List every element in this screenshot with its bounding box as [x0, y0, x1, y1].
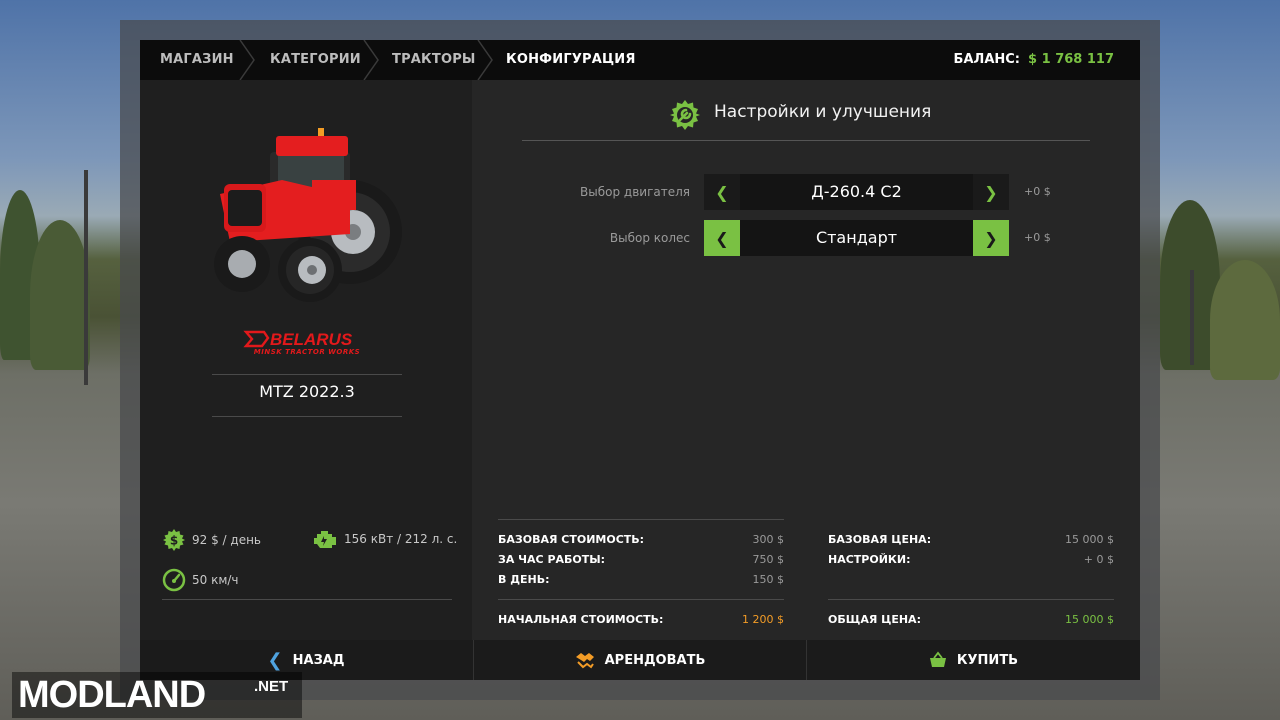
engine-prev-button[interactable]: ❮	[704, 174, 740, 210]
balance-value: $ 1 768 117	[1028, 52, 1114, 67]
shop-config-panel: МАГАЗИН КАТЕГОРИИ ТРАКТОРЫ КОНФИГУРАЦИЯ …	[140, 40, 1140, 680]
vehicle-info-panel: BELARUS MINSK TRACTOR WORKS MTZ 2022.3 $…	[140, 80, 472, 640]
configuration-panel: Настройки и улучшения Выбор двигателя ❮ …	[474, 80, 1140, 640]
buy-button-label: КУПИТЬ	[956, 652, 1019, 668]
chevron-right-icon: ❯	[984, 182, 998, 202]
breadcrumb-configuration: КОНФИГУРАЦИЯ	[506, 52, 636, 67]
breadcrumb-categories[interactable]: КАТЕГОРИИ	[270, 40, 361, 80]
brand-logo-text: BELARUS	[270, 330, 353, 349]
buy-settings-label: НАСТРОЙКИ:	[828, 553, 911, 566]
engine-label: Выбор двигателя	[580, 185, 690, 199]
wheels-value: Стандарт	[815, 228, 898, 247]
config-row-engine: Выбор двигателя ❮ Д-260.4 С2 ❯ +0 $	[474, 174, 1140, 210]
engine-next-button[interactable]: ❯	[973, 174, 1009, 210]
lease-hour-value: 750 $	[752, 553, 785, 566]
money-gear-icon: $	[163, 529, 185, 551]
breadcrumb-separator-icon	[477, 40, 493, 80]
divider	[162, 599, 452, 600]
chevron-left-icon: ❮	[267, 649, 283, 671]
svg-text:$: $	[170, 534, 178, 548]
speed-value: 50 км/ч	[192, 573, 239, 587]
stat-speed: 50 км/ч	[162, 568, 239, 592]
stat-daily-cost: $ 92 $ / день	[162, 528, 261, 552]
watermark-text: MODLAND	[18, 674, 206, 716]
lease-day-label: В ДЕНЬ:	[498, 573, 550, 586]
watermark-suffix: .NET	[254, 678, 289, 695]
lease-initial-value: 1 200 $	[742, 613, 784, 626]
lease-day-value: 150 $	[752, 573, 785, 586]
header-bar: МАГАЗИН КАТЕГОРИИ ТРАКТОРЫ КОНФИГУРАЦИЯ …	[140, 40, 1140, 80]
buy-settings-row: НАСТРОЙКИ: + 0 $	[828, 550, 1114, 570]
chevron-left-icon: ❮	[715, 182, 729, 202]
buy-settings-value: + 0 $	[1083, 553, 1114, 566]
tractor-image	[214, 128, 402, 302]
wheels-selector[interactable]: ❮ Стандарт ❯	[704, 220, 1009, 256]
breadcrumb-shop[interactable]: МАГАЗИН	[160, 40, 234, 80]
watermark: MODLAND .NET	[12, 672, 302, 718]
settings-wrench-icon	[670, 100, 700, 130]
balance-label: БАЛАНС:	[953, 52, 1020, 67]
divider	[212, 374, 402, 375]
daily-cost-value: 92 $ / день	[192, 533, 261, 547]
divider	[498, 599, 784, 600]
chevron-right-icon: ❯	[984, 228, 998, 248]
buy-base-label: БАЗОВАЯ ЦЕНА:	[828, 533, 932, 546]
lease-base-value: 300 $	[752, 533, 785, 546]
vehicle-name: MTZ 2022.3	[259, 382, 355, 401]
lease-button[interactable]: АРЕНДОВАТЬ	[474, 640, 806, 680]
buy-costs: БАЗОВАЯ ЦЕНА: 15 000 $ НАСТРОЙКИ: + 0 $ …	[828, 530, 1114, 640]
breadcrumb-tractors[interactable]: ТРАКТОРЫ	[392, 40, 476, 80]
buy-total-value: 15 000 $	[1065, 613, 1114, 626]
section-title: Настройки и улучшения	[714, 102, 932, 122]
lease-costs: БАЗОВАЯ СТОИМОСТЬ: 300 $ ЗА ЧАС РАБОТЫ: …	[498, 530, 784, 640]
breadcrumb-separator-icon	[239, 40, 255, 80]
buy-base-row: БАЗОВАЯ ЦЕНА: 15 000 $	[828, 530, 1114, 550]
engine-price: +0 $	[1024, 185, 1051, 198]
wheels-label: Выбор колес	[609, 231, 690, 245]
lease-button-label: АРЕНДОВАТЬ	[604, 652, 706, 668]
engine-value: Д-260.4 С2	[811, 182, 902, 201]
lease-hour-label: ЗА ЧАС РАБОТЫ:	[498, 553, 606, 566]
wheels-prev-button[interactable]: ❮	[704, 220, 740, 256]
stat-power: 156 кВт / 212 л. с.	[312, 528, 457, 550]
engine-icon	[314, 531, 336, 548]
basket-icon	[929, 651, 946, 667]
config-row-wheels: Выбор колес ❮ Стандарт ❯ +0 $	[474, 220, 1140, 256]
buy-base-value: 15 000 $	[1065, 533, 1114, 546]
engine-selector[interactable]: ❮ Д-260.4 С2 ❯	[704, 174, 1009, 210]
chevron-left-icon: ❮	[715, 228, 729, 248]
back-button-label: НАЗАД	[292, 652, 345, 668]
buy-total-label: ОБЩАЯ ЦЕНА:	[828, 613, 921, 626]
divider	[828, 599, 1114, 600]
brand-logo-subtitle: MINSK TRACTOR WORKS	[253, 348, 361, 356]
wheels-price: +0 $	[1024, 231, 1051, 244]
divider	[522, 140, 1090, 141]
breadcrumb-separator-icon	[363, 40, 379, 80]
lease-base-row: БАЗОВАЯ СТОИМОСТЬ: 300 $	[498, 530, 784, 550]
lease-hour-row: ЗА ЧАС РАБОТЫ: 750 $	[498, 550, 784, 570]
speedometer-icon	[162, 568, 186, 592]
power-value: 156 кВт / 212 л. с.	[344, 532, 458, 546]
handshake-icon	[575, 653, 594, 669]
wheels-next-button[interactable]: ❯	[973, 220, 1009, 256]
lease-day-row: В ДЕНЬ: 150 $	[498, 570, 784, 590]
divider	[212, 416, 402, 417]
buy-button[interactable]: КУПИТЬ	[807, 640, 1140, 680]
lease-base-label: БАЗОВАЯ СТОИМОСТЬ:	[498, 533, 645, 546]
lease-initial-label: НАЧАЛЬНАЯ СТОИМОСТЬ:	[498, 613, 664, 626]
buy-total-row: ОБЩАЯ ЦЕНА: 15 000 $	[828, 610, 1114, 630]
lease-initial-row: НАЧАЛЬНАЯ СТОИМОСТЬ: 1 200 $	[498, 610, 784, 630]
divider	[498, 519, 784, 520]
